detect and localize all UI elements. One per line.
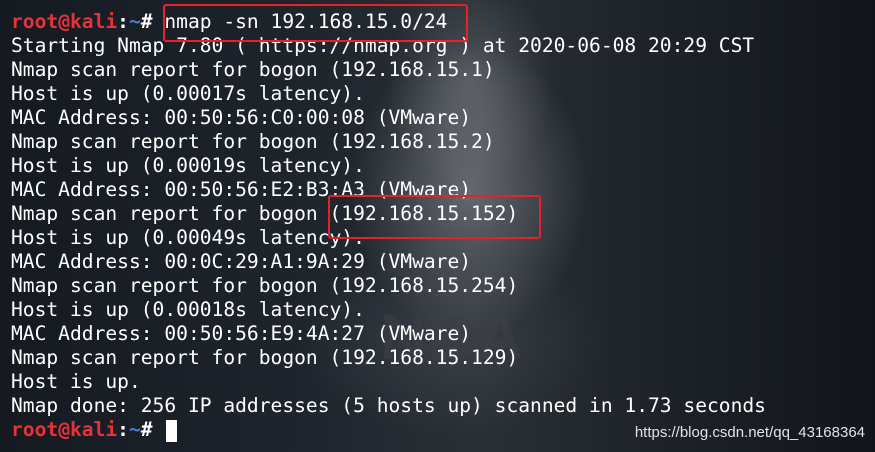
command-text: nmap -sn 192.168.15.0/24: [164, 10, 448, 33]
output-line: Nmap scan report for bogon (192.168.15.1…: [11, 346, 519, 369]
output-line: MAC Address: 00:50:56:C0:00:08 (VMware): [11, 106, 472, 129]
output-line: MAC Address: 00:50:56:E9:4A:27 (VMware): [11, 322, 472, 345]
prompt-colon: :: [117, 418, 129, 441]
prompt-symbol: #: [140, 10, 153, 33]
command-line: root@kali:~# nmap -sn 192.168.15.0/24: [11, 10, 875, 34]
terminal-output[interactable]: root@kali:~# nmap -sn 192.168.15.0/24 St…: [11, 10, 875, 452]
prompt-symbol: #: [140, 418, 153, 441]
prompt-user: root@kali: [11, 418, 118, 441]
output-line: MAC Address: 00:50:56:E2:B3:A3 (VMware): [11, 178, 472, 201]
output-line: Host is up (0.00017s latency).: [11, 82, 365, 105]
output-line: Host is up (0.00018s latency).: [11, 298, 365, 321]
prompt-dir: ~: [128, 10, 141, 33]
output-line: Starting Nmap 7.80 ( https://nmap.org ) …: [11, 34, 755, 57]
watermark: https://blog.csdn.net/qq_43168364: [634, 424, 865, 441]
output-line: Nmap scan report for bogon (192.168.15.1…: [11, 202, 519, 225]
output-line: Nmap scan report for bogon (192.168.15.2…: [11, 274, 519, 297]
prompt-user: root@kali: [11, 10, 118, 33]
text-cursor[interactable]: [166, 419, 178, 442]
output-line: Host is up.: [11, 370, 141, 393]
output-line: Host is up (0.00049s latency).: [11, 226, 365, 249]
prompt-colon: :: [117, 10, 129, 33]
output-line: Nmap scan report for bogon (192.168.15.1…: [11, 58, 495, 81]
output-line: Nmap scan report for bogon (192.168.15.2…: [11, 130, 495, 153]
output-line: Nmap done: 256 IP addresses (5 hosts up)…: [11, 394, 766, 417]
prompt-dir: ~: [128, 418, 141, 441]
output-line: Host is up (0.00019s latency).: [11, 154, 365, 177]
output-line: MAC Address: 00:0C:29:A1:9A:29 (VMware): [11, 250, 472, 273]
